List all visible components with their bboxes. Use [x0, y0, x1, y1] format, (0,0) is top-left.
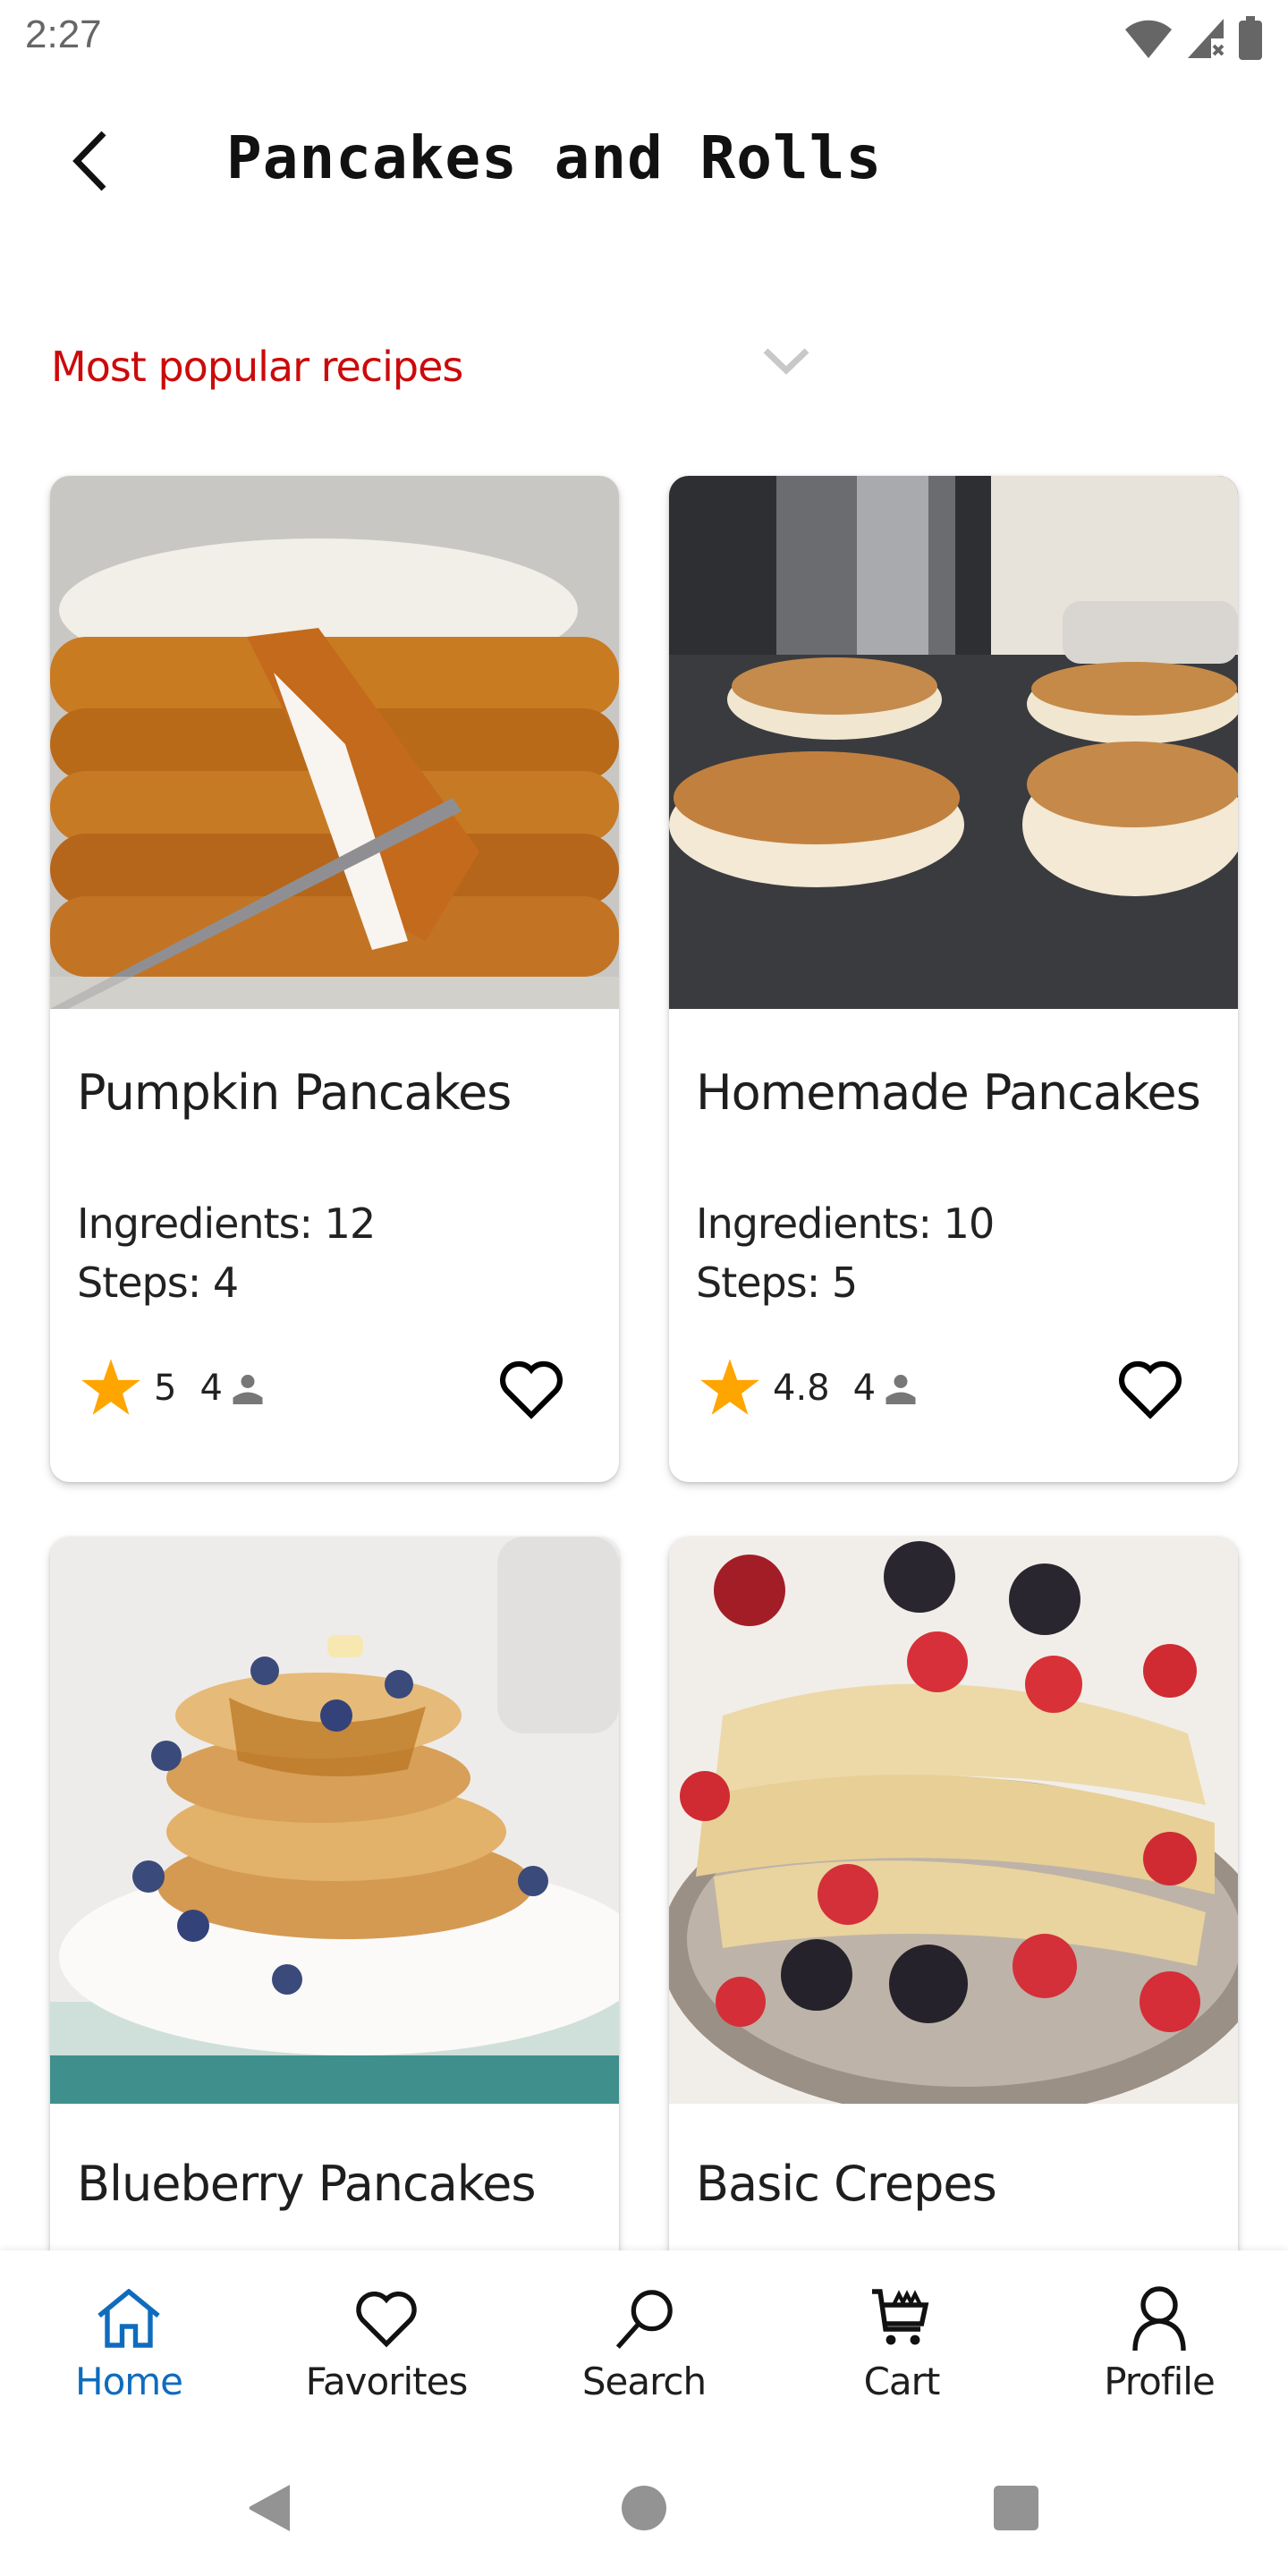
- heart-outline-icon: [500, 1360, 563, 1419]
- cell-signal-no-service-icon: [1188, 19, 1224, 58]
- reviews-count: 4: [199, 1368, 223, 1409]
- back-triangle-icon: [249, 2485, 290, 2531]
- recipe-card-footer: 4.8 4: [696, 1312, 1211, 1482]
- cart-icon: [872, 2289, 929, 2345]
- status-bar: 2:27: [0, 0, 1288, 80]
- battery-icon: [1239, 16, 1262, 60]
- system-nav-bar: [0, 2433, 1288, 2576]
- recipe-rating: 4.8 4: [699, 1359, 917, 1418]
- nav-label: Favorites: [305, 2360, 469, 2403]
- favorite-button[interactable]: [1114, 1353, 1186, 1425]
- heart-icon: [356, 2292, 417, 2348]
- rating-value: 4.8: [773, 1368, 830, 1409]
- recipe-ingredients: Ingredients: 10: [696, 1199, 995, 1248]
- recipe-image: [669, 1537, 1238, 2104]
- wifi-icon: [1125, 20, 1172, 58]
- recipe-ingredients: Ingredients: 12: [77, 1199, 376, 1248]
- star-icon: [700, 1359, 759, 1415]
- recipe-card-body: Blueberry Pancakes: [50, 2156, 619, 2212]
- recipe-title: Homemade Pancakes: [696, 1064, 1201, 1121]
- chevron-down-icon: [763, 348, 809, 375]
- nav-profile[interactable]: Profile: [1030, 2250, 1288, 2433]
- recipe-card-body: Basic Crepes: [669, 2156, 1238, 2212]
- star-icon: [81, 1359, 140, 1415]
- person-icon: [233, 1375, 263, 1404]
- recipe-card-body: Pumpkin Pancakes Ingredients: 12 Steps: …: [50, 1064, 619, 1482]
- back-button[interactable]: [54, 125, 125, 197]
- person-icon: [1132, 2286, 1186, 2351]
- app-bar: Pancakes and Rolls: [0, 80, 1288, 242]
- chevron-left-icon: [72, 131, 106, 191]
- nav-label: Home: [74, 2360, 183, 2403]
- nav-label: Cart: [863, 2360, 941, 2403]
- recipe-steps: Steps: 5: [696, 1258, 858, 1307]
- recipe-card[interactable]: Homemade Pancakes Ingredients: 10 Steps:…: [669, 476, 1238, 1482]
- recipe-card[interactable]: Basic Crepes: [669, 1537, 1238, 2342]
- recipe-rating: 5 4: [80, 1359, 264, 1418]
- search-icon: [615, 2290, 673, 2349]
- status-time: 2:27: [25, 13, 102, 56]
- recipe-steps: Steps: 4: [77, 1258, 239, 1307]
- system-back-button[interactable]: [234, 2472, 306, 2544]
- recipe-image: [50, 476, 619, 1009]
- nav-search[interactable]: Search: [515, 2250, 773, 2433]
- recipe-card-body: Homemade Pancakes Ingredients: 10 Steps:…: [669, 1064, 1238, 1482]
- recipe-title: Pumpkin Pancakes: [77, 1064, 512, 1121]
- system-home-button[interactable]: [608, 2472, 680, 2544]
- home-circle-icon: [622, 2486, 666, 2530]
- nav-label: Profile: [1104, 2360, 1216, 2403]
- nav-favorites[interactable]: Favorites: [258, 2250, 515, 2433]
- recipe-title: Blueberry Pancakes: [77, 2156, 537, 2212]
- nav-home[interactable]: Home: [0, 2250, 258, 2433]
- rating-value: 5: [154, 1368, 177, 1409]
- sort-dropdown[interactable]: Most popular recipes: [51, 331, 820, 402]
- home-icon: [97, 2289, 160, 2348]
- system-recents-button[interactable]: [980, 2472, 1052, 2544]
- recipe-image: [50, 1537, 619, 2104]
- person-icon: [886, 1375, 916, 1404]
- heart-outline-icon: [1119, 1360, 1182, 1419]
- recipe-card[interactable]: Pumpkin Pancakes Ingredients: 12 Steps: …: [50, 476, 619, 1482]
- nav-label: Search: [581, 2360, 707, 2403]
- bottom-nav: Home Favorites Search Cart Profile: [0, 2250, 1288, 2433]
- status-icons: [1123, 16, 1263, 61]
- recipe-image: [669, 476, 1238, 1009]
- recipe-title: Basic Crepes: [696, 2156, 997, 2212]
- page-title: Pancakes and Rolls: [226, 123, 883, 192]
- favorite-button[interactable]: [496, 1353, 567, 1425]
- reviews-count: 4: [852, 1368, 877, 1409]
- sort-selected-label: Most popular recipes: [51, 343, 463, 391]
- recents-square-icon: [994, 2486, 1038, 2530]
- nav-cart[interactable]: Cart: [773, 2250, 1030, 2433]
- recipe-card[interactable]: Blueberry Pancakes: [50, 1537, 619, 2342]
- recipe-card-footer: 5 4: [77, 1312, 592, 1482]
